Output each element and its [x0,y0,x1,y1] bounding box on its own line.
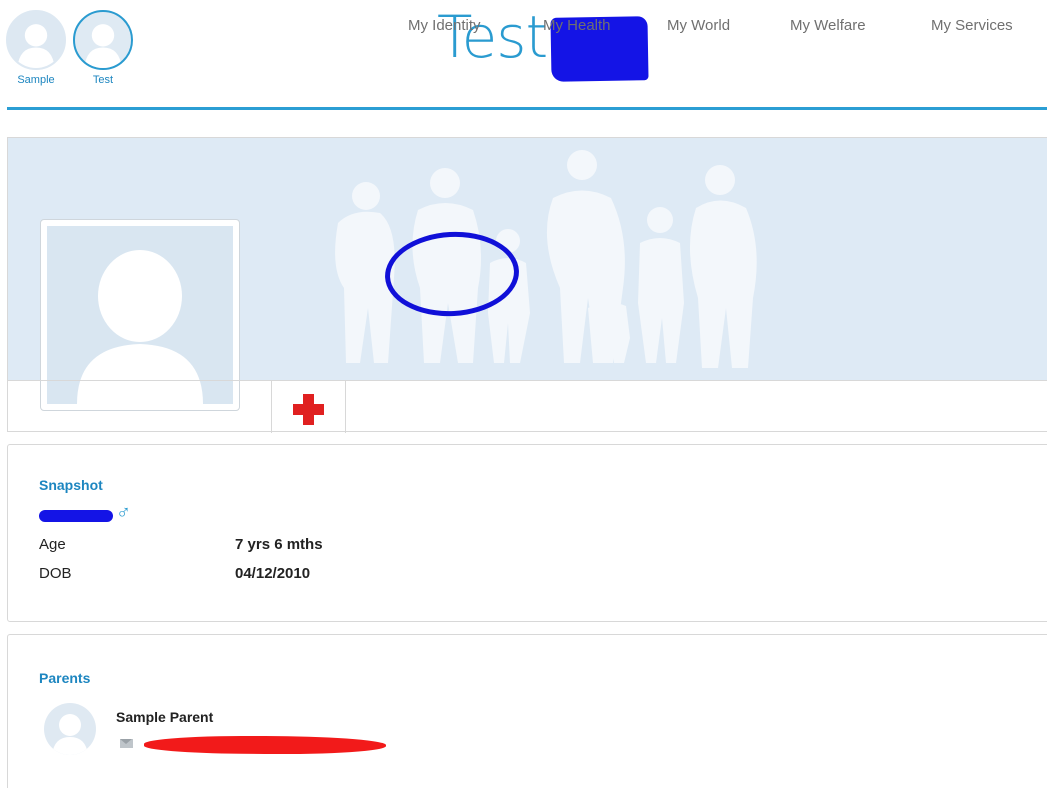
redacted-email [143,734,387,756]
profile-banner [7,137,1047,433]
profile-label: Test [92,74,114,86]
dob-value: 04/12/2010 [235,565,311,582]
tab-my-services[interactable]: My Services [931,17,1013,34]
person-silhouette-icon [17,24,55,68]
profile-label: Sample [17,74,55,86]
tab-my-world[interactable]: My World [667,17,730,34]
profile-switch-test[interactable]: Test [71,10,135,86]
tab-my-identity[interactable]: My Identity [408,17,481,34]
health-cross-button[interactable] [271,381,346,433]
tab-my-health[interactable]: My Health [543,17,611,34]
parent-avatar[interactable] [44,703,96,755]
age-value: 7 yrs 6 mths [235,536,323,553]
male-gender-icon: ♂ [116,502,131,524]
parent-name[interactable]: Sample Parent [116,709,213,725]
person-silhouette-icon [52,714,88,755]
mail-icon [120,739,133,748]
profile-avatar-icon [6,10,66,70]
parents-title: Parents [39,670,91,686]
redacted-name [39,510,113,522]
snapshot-card: Snapshot ♂ Age 7 yrs 6 mths DOB 04/12/20… [7,444,1047,622]
profile-avatar-icon [73,10,133,70]
age-label: Age [39,536,66,553]
header-divider [7,107,1047,110]
person-silhouette-icon [84,24,122,68]
dob-label: DOB [39,565,72,582]
tab-my-welfare[interactable]: My Welfare [790,17,866,34]
profile-switch-sample[interactable]: Sample [4,10,68,86]
person-silhouette-icon [77,250,203,404]
snapshot-title: Snapshot [39,477,103,493]
parents-card: Parents Sample Parent [7,634,1047,788]
profile-nav-bar [8,380,1047,433]
